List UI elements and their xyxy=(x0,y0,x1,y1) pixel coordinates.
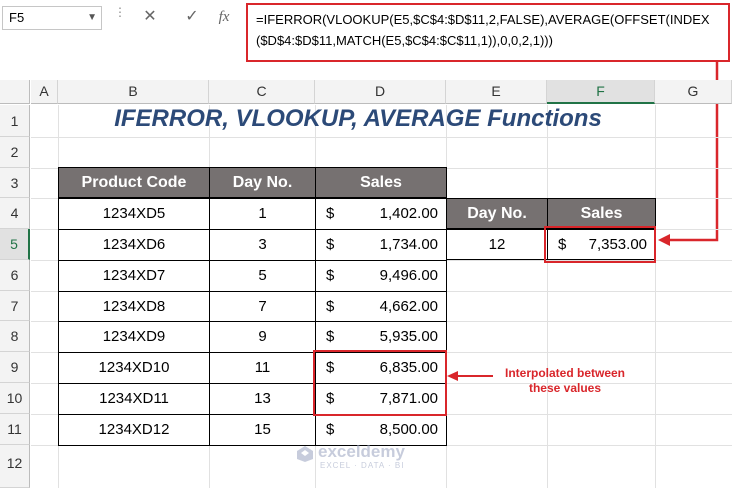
row-header-8[interactable]: 8 xyxy=(0,321,30,352)
more-options-icon[interactable]: ⋮ xyxy=(114,6,126,27)
day-no-cell[interactable]: 13 xyxy=(209,383,316,415)
row-header-5[interactable]: 5 xyxy=(0,229,30,260)
day-no-cell[interactable]: 7 xyxy=(209,291,316,322)
day-no-cell[interactable]: 11 xyxy=(209,352,316,384)
day-no-cell[interactable]: 1 xyxy=(209,198,316,230)
sales-cell[interactable]: $9,496.00 xyxy=(315,260,447,292)
header-day-no[interactable]: Day No. xyxy=(209,167,316,198)
sales-value: 4,662.00 xyxy=(379,298,438,315)
header-sales[interactable]: Sales xyxy=(315,167,447,198)
day-no-cell[interactable]: 5 xyxy=(209,260,316,292)
select-all-corner[interactable] xyxy=(0,80,30,104)
active-cell-highlight xyxy=(544,226,656,263)
row-header-3[interactable]: 3 xyxy=(0,168,30,198)
lookup-day-input[interactable]: 12 xyxy=(446,229,548,260)
product-code-cell[interactable]: 1234XD10 xyxy=(58,352,210,384)
sales-cell[interactable]: $5,935.00 xyxy=(315,321,447,353)
sales-value: 9,496.00 xyxy=(379,267,438,284)
currency-symbol: $ xyxy=(326,298,335,315)
annotation-line-2: these values xyxy=(528,381,602,395)
formula-bar: F5 ▼ ⋮ ✕ ✓ fx =IFERROR(VLOOKUP(E5,$C$4:$… xyxy=(0,0,732,78)
sales-cell[interactable]: $1,734.00 xyxy=(315,229,447,261)
sales-value: 1,402.00 xyxy=(379,205,438,222)
product-code-cell[interactable]: 1234XD9 xyxy=(58,321,210,353)
sales-value: 1,734.00 xyxy=(379,236,438,253)
formula-input[interactable]: =IFERROR(VLOOKUP(E5,$C$4:$D$11,2,FALSE),… xyxy=(246,3,730,62)
day-no-cell[interactable]: 3 xyxy=(209,229,316,261)
column-header-e[interactable]: E xyxy=(446,80,547,104)
row-header-9[interactable]: 9 xyxy=(0,352,30,383)
chevron-down-icon[interactable]: ▼ xyxy=(87,7,97,29)
name-box-value: F5 xyxy=(9,10,25,25)
watermark-tagline: EXCEL · DATA · BI xyxy=(320,461,405,470)
interpolation-highlight xyxy=(313,350,447,416)
day-no-cell[interactable]: 9 xyxy=(209,321,316,353)
currency-symbol: $ xyxy=(326,328,335,345)
row-header-6[interactable]: 6 xyxy=(0,260,30,291)
row-header-10[interactable]: 10 xyxy=(0,383,30,414)
column-header-a[interactable]: A xyxy=(31,80,58,104)
row-header-4[interactable]: 4 xyxy=(0,198,30,229)
currency-symbol: $ xyxy=(326,267,335,284)
currency-symbol: $ xyxy=(326,236,335,253)
product-code-cell[interactable]: 1234XD5 xyxy=(58,198,210,230)
lookup-header-sales[interactable]: Sales xyxy=(547,198,656,229)
product-code-cell[interactable]: 1234XD8 xyxy=(58,291,210,322)
column-header-f[interactable]: F xyxy=(547,80,655,104)
sales-value: 5,935.00 xyxy=(379,328,438,345)
interpolation-annotation: Interpolated between these values xyxy=(470,366,660,396)
product-code-cell[interactable]: 1234XD11 xyxy=(58,383,210,415)
row-header-7[interactable]: 7 xyxy=(0,291,30,321)
header-product-code[interactable]: Product Code xyxy=(58,167,210,198)
column-header-g[interactable]: G xyxy=(655,80,732,104)
cancel-icon[interactable]: ✕ xyxy=(136,6,164,28)
exceldemy-logo-icon xyxy=(297,446,313,462)
row-header-11[interactable]: 11 xyxy=(0,414,30,445)
row-header-12[interactable]: 12 xyxy=(0,445,30,488)
row-header-1[interactable]: 1 xyxy=(0,105,30,137)
column-header-c[interactable]: C xyxy=(209,80,315,104)
annotation-line-1: Interpolated between xyxy=(504,366,626,380)
insert-function-icon[interactable]: fx xyxy=(210,6,238,28)
product-code-cell[interactable]: 1234XD7 xyxy=(58,260,210,292)
sheet-title: IFERROR, VLOOKUP, AVERAGE Functions xyxy=(114,105,602,132)
watermark-logo: exceldemy EXCEL · DATA · BI xyxy=(296,440,446,472)
product-code-cell[interactable]: 1234XD6 xyxy=(58,229,210,261)
enter-icon[interactable]: ✓ xyxy=(178,6,206,28)
watermark-name: exceldemy xyxy=(318,442,405,461)
sales-cell[interactable]: $4,662.00 xyxy=(315,291,447,322)
product-code-cell[interactable]: 1234XD12 xyxy=(58,414,210,446)
sales-cell[interactable]: $1,402.00 xyxy=(315,198,447,230)
name-box[interactable]: F5 ▼ xyxy=(2,6,102,30)
column-header-d[interactable]: D xyxy=(315,80,446,104)
currency-symbol: $ xyxy=(326,205,335,222)
column-header-b[interactable]: B xyxy=(58,80,209,104)
lookup-header-day-no[interactable]: Day No. xyxy=(446,198,548,229)
row-header-2[interactable]: 2 xyxy=(0,137,30,168)
